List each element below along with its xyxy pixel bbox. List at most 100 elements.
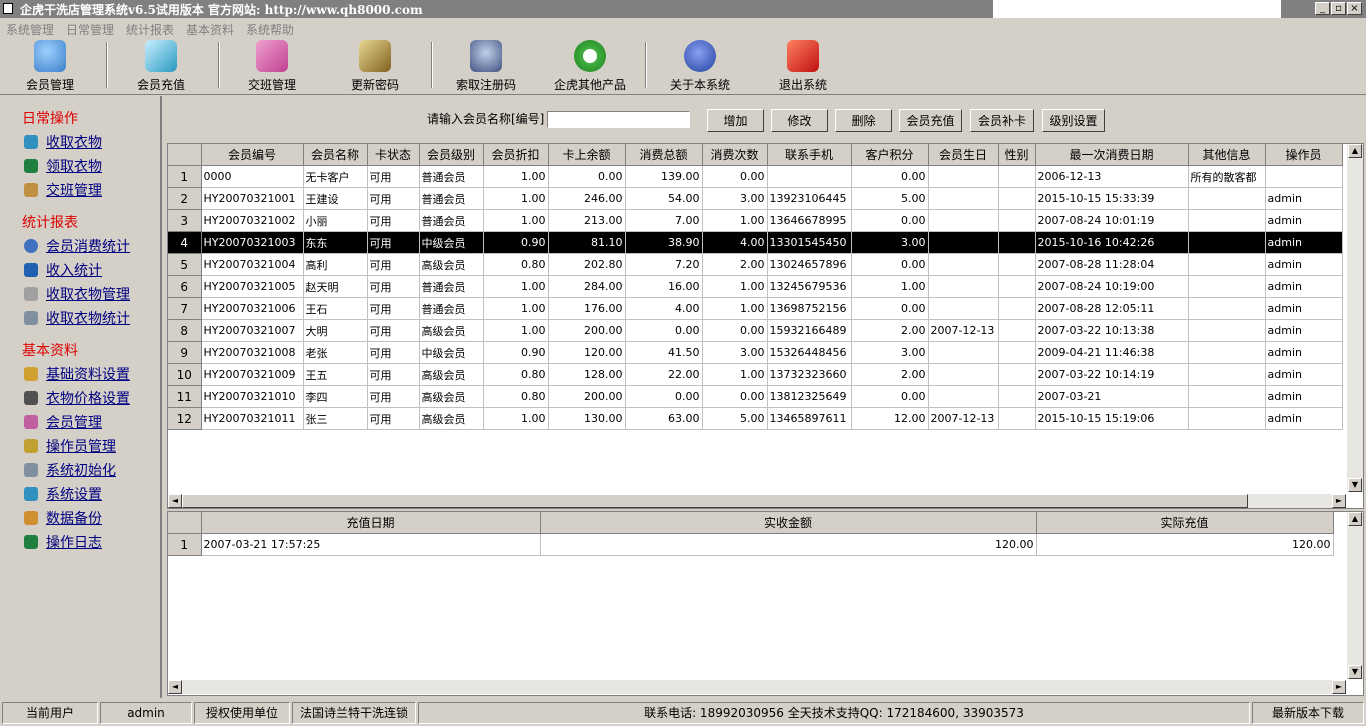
table-cell[interactable]: 东东 (303, 231, 368, 254)
table-cell[interactable]: 所有的散客都 (1188, 165, 1266, 188)
table-cell[interactable]: 2007-08-28 12:05:11 (1035, 297, 1189, 320)
table-cell[interactable]: 202.80 (548, 253, 626, 276)
table-cell[interactable]: 5.00 (851, 187, 929, 210)
table-cell[interactable]: 63.00 (625, 407, 703, 430)
column-header[interactable]: 最一次消费日期 (1035, 144, 1189, 166)
table-cell[interactable]: 7.00 (625, 209, 703, 232)
members-grid[interactable]: 会员编号 会员名称 卡状态 会员级别 会员折扣 卡上余额 消费总额 消费次数 联系手机 客户积分会… (167, 143, 1364, 509)
table-row[interactable]: 9 HY20070321008 老张 可用 中级会员 0.90 120.00 41.50 3.0… (168, 341, 1343, 364)
table-cell[interactable]: 200.00 (548, 385, 626, 408)
table-cell[interactable]: 13465897611 (767, 407, 852, 430)
table-cell[interactable]: 2007-03-21 (1035, 385, 1189, 408)
table-cell[interactable]: 大明 (303, 319, 368, 342)
row-number[interactable]: 1 (168, 165, 202, 188)
table-cell[interactable]: 普通会员 (419, 165, 484, 188)
column-header[interactable]: 会员名称 (303, 144, 368, 166)
table-cell[interactable]: 3.00 (702, 341, 768, 364)
column-header[interactable]: 性别 (998, 144, 1036, 166)
table-cell[interactable] (1188, 275, 1266, 298)
table-cell[interactable]: 3.00 (851, 231, 929, 254)
table-cell[interactable]: 王五 (303, 363, 368, 386)
level-settings-button[interactable]: 级别设置 (1042, 109, 1105, 132)
table-cell[interactable]: 0.00 (702, 319, 768, 342)
table-cell[interactable]: 高级会员 (419, 363, 484, 386)
column-header[interactable]: 消费总额 (625, 144, 703, 166)
nav-operation-log[interactable]: 操作日志 (24, 532, 102, 551)
column-header[interactable]: 会员折扣 (483, 144, 549, 166)
table-cell[interactable]: 1.00 (483, 297, 549, 320)
table-cell[interactable]: 0.00 (625, 385, 703, 408)
table-cell[interactable] (998, 297, 1036, 320)
scroll-left-icon[interactable]: ◄ (168, 494, 182, 508)
table-cell[interactable]: 0.00 (851, 297, 929, 320)
table-row[interactable]: 1 2007-03-21 17:57:25 120.00 120.00 (168, 533, 1334, 556)
table-cell[interactable] (928, 209, 999, 232)
table-cell[interactable]: 120.00 (548, 341, 626, 364)
scroll-down-icon[interactable]: ▼ (1348, 665, 1362, 679)
table-cell[interactable]: 2007-03-22 10:13:38 (1035, 319, 1189, 342)
table-cell[interactable]: 38.90 (625, 231, 703, 254)
row-number[interactable]: 5 (168, 253, 202, 276)
table-cell[interactable]: 普通会员 (419, 187, 484, 210)
table-cell[interactable]: 1.00 (851, 275, 929, 298)
table-cell[interactable]: 0.00 (851, 385, 929, 408)
table-cell[interactable]: HY20070321008 (201, 341, 304, 364)
table-cell[interactable]: 高级会员 (419, 407, 484, 430)
table-cell[interactable] (1188, 341, 1266, 364)
table-cell[interactable]: 2015-10-15 15:33:39 (1035, 187, 1189, 210)
table-cell[interactable]: 3.00 (851, 341, 929, 364)
table-cell[interactable]: HY20070321006 (201, 297, 304, 320)
table-cell[interactable]: 老张 (303, 341, 368, 364)
table-cell[interactable] (928, 187, 999, 210)
table-cell[interactable]: 130.00 (548, 407, 626, 430)
scroll-up-icon[interactable]: ▲ (1348, 512, 1362, 526)
table-cell[interactable]: 4.00 (702, 231, 768, 254)
table-cell[interactable]: 2007-08-24 10:01:19 (1035, 209, 1189, 232)
table-cell[interactable]: 0.90 (483, 231, 549, 254)
table-cell[interactable]: admin (1265, 385, 1343, 408)
table-cell[interactable]: 张三 (303, 407, 368, 430)
table-cell[interactable]: HY20070321004 (201, 253, 304, 276)
scroll-down-icon[interactable]: ▼ (1348, 478, 1362, 492)
toolbar-about-button[interactable]: 关于本系统 (655, 40, 745, 92)
table-cell[interactable]: 41.50 (625, 341, 703, 364)
table-cell[interactable]: 1.00 (483, 275, 549, 298)
table-cell[interactable]: 高级会员 (419, 385, 484, 408)
table-cell[interactable]: 1.00 (702, 297, 768, 320)
table-cell[interactable]: 王建设 (303, 187, 368, 210)
table-cell[interactable] (928, 253, 999, 276)
table-cell[interactable]: 12.00 (851, 407, 929, 430)
table-cell[interactable]: 1.00 (483, 319, 549, 342)
row-number[interactable]: 1 (168, 533, 202, 556)
table-cell[interactable]: 0.00 (625, 319, 703, 342)
table-cell[interactable] (998, 231, 1036, 254)
row-number[interactable]: 3 (168, 209, 202, 232)
table-cell[interactable]: admin (1265, 253, 1343, 276)
table-cell[interactable]: 小丽 (303, 209, 368, 232)
table-cell[interactable]: 普通会员 (419, 297, 484, 320)
table-cell[interactable]: 赵天明 (303, 275, 368, 298)
table-cell[interactable]: 0.00 (851, 165, 929, 188)
table-cell[interactable]: 高级会员 (419, 319, 484, 342)
table-cell[interactable]: 2007-12-13 (928, 319, 999, 342)
table-cell[interactable] (998, 187, 1036, 210)
menu-statistics[interactable]: 统计报表 (126, 21, 174, 38)
table-cell[interactable] (928, 297, 999, 320)
nav-system-settings[interactable]: 系统设置 (24, 484, 102, 503)
table-cell[interactable]: 可用 (367, 231, 420, 254)
table-cell[interactable]: HY20070321002 (201, 209, 304, 232)
table-cell[interactable]: 可用 (367, 385, 420, 408)
table-cell[interactable]: 5.00 (702, 407, 768, 430)
table-cell[interactable]: 213.00 (548, 209, 626, 232)
table-cell[interactable]: admin (1265, 209, 1343, 232)
nav-pickup-clothes[interactable]: 领取衣物 (24, 156, 102, 175)
table-cell[interactable]: HY20070321005 (201, 275, 304, 298)
table-cell[interactable]: HY20070321001 (201, 187, 304, 210)
table-cell[interactable]: 2007-08-28 11:28:04 (1035, 253, 1189, 276)
table-cell[interactable]: 2006-12-13 (1035, 165, 1189, 188)
table-cell[interactable] (928, 275, 999, 298)
table-cell[interactable]: 可用 (367, 407, 420, 430)
table-cell[interactable]: 可用 (367, 187, 420, 210)
table-cell[interactable] (1188, 363, 1266, 386)
table-cell[interactable]: 1.00 (702, 275, 768, 298)
